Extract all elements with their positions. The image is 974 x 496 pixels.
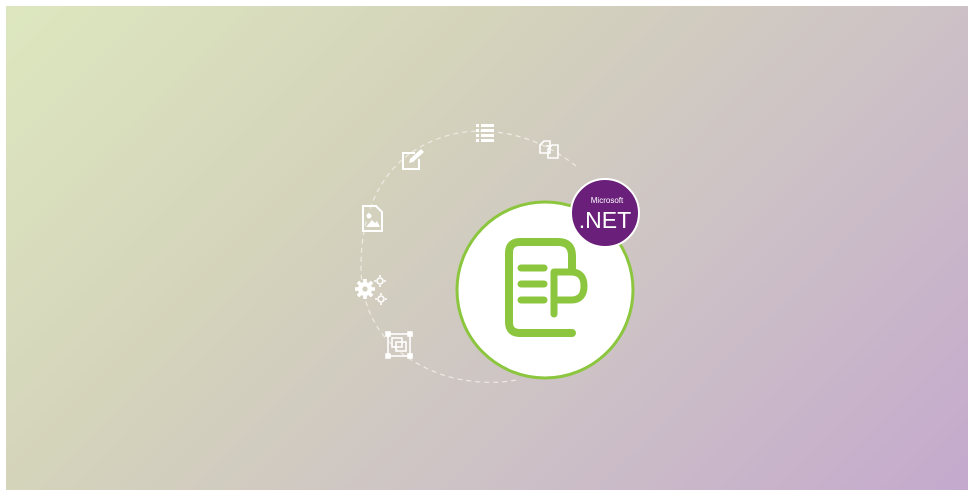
copy-icon: [539, 140, 559, 159]
list-icon: [476, 124, 494, 142]
gears-icon: [355, 275, 387, 305]
crop-icon: [385, 331, 413, 359]
edit-icon: [402, 149, 424, 170]
image-icon: [362, 205, 383, 232]
badge-product: .NET: [579, 207, 631, 233]
hero-banner: Microsoft .NET: [6, 6, 968, 490]
hero-graphic: Microsoft .NET: [355, 124, 640, 383]
badge-brand: Microsoft: [591, 196, 624, 205]
net-badge: Microsoft .NET: [570, 178, 640, 248]
